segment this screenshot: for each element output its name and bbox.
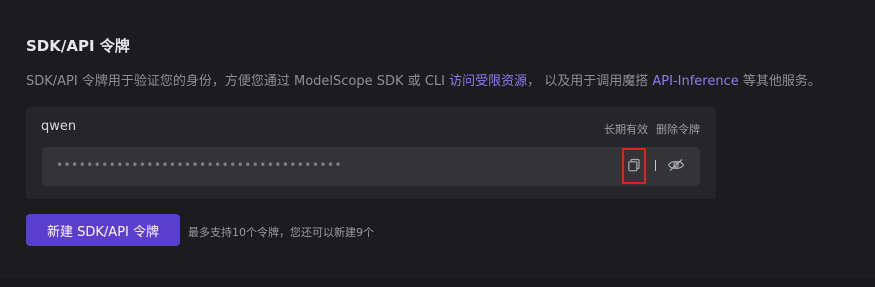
description-text-3: 等其他服务。	[738, 74, 821, 89]
section-title: SDK/API 令牌	[26, 37, 130, 55]
validity-label: 长期有效	[604, 123, 648, 136]
copy-icon	[627, 157, 641, 176]
token-card: qwen 长期有效 删除令牌 ••••••••••••••••••••••••••…	[26, 107, 716, 199]
eye-off-icon	[667, 157, 685, 176]
token-name: qwen	[41, 119, 77, 134]
section-bottom-edge	[0, 278, 875, 287]
section-description: SDK/API 令牌用于验证您的身份，方便您通过 ModelScope SDK …	[26, 70, 821, 89]
description-text-1: SDK/API 令牌用于验证您的身份，方便您通过 ModelScope SDK …	[26, 74, 450, 89]
token-limit-note: 最多支持10个令牌，您还可以新建9个	[188, 226, 374, 239]
token-key-field: ••••••••••••••••••••••••••••••••••••••	[42, 147, 700, 186]
restricted-resources-link[interactable]: 访问受限资源	[449, 74, 527, 89]
token-actions: 长期有效 删除令牌	[604, 121, 700, 137]
masked-token-value: ••••••••••••••••••••••••••••••••••••••	[56, 158, 342, 172]
description-text-2: ， 以及用于调用魔搭	[527, 74, 653, 89]
api-token-page: SDK/API 令牌 SDK/API 令牌用于验证您的身份，方便您通过 Mode…	[0, 0, 875, 287]
new-token-button[interactable]: 新建 SDK/API 令牌	[26, 214, 180, 246]
copy-token-button[interactable]	[622, 148, 646, 184]
toggle-visibility-button[interactable]	[666, 157, 686, 175]
delete-token-link[interactable]: 删除令牌	[656, 123, 700, 136]
action-divider	[655, 160, 656, 171]
api-inference-link[interactable]: API-Inference	[652, 74, 738, 89]
